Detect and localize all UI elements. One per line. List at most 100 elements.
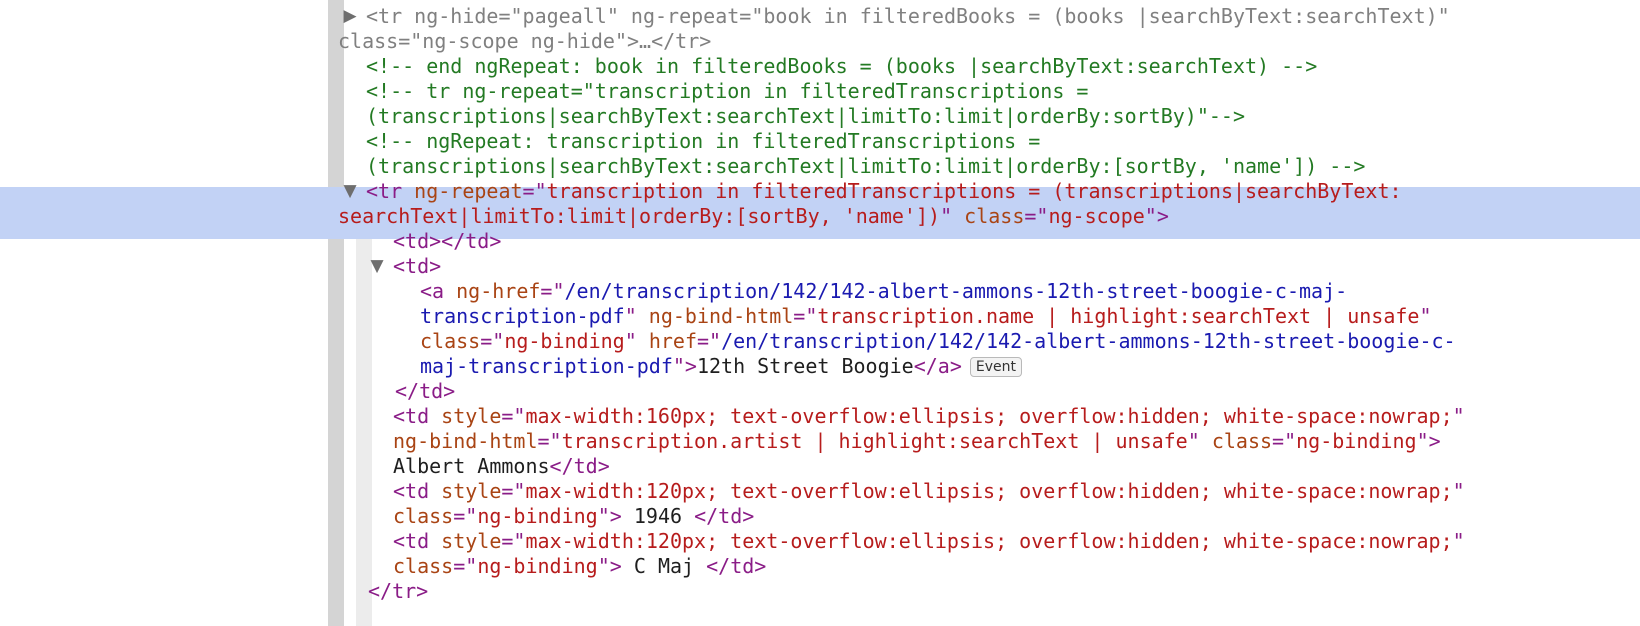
code-token: /en/transcription/142/142-albert-ammons-… [564, 279, 1348, 303]
code-token: =" [501, 404, 526, 428]
code-token: =" [1272, 429, 1297, 453]
event-listener-badge[interactable]: Event [969, 357, 1022, 377]
dom-node-line[interactable]: <!-- end ngRepeat: book in filteredBooks… [366, 53, 1317, 79]
code-token: " [1419, 304, 1432, 328]
elements-tree[interactable]: ▶ <tr ng-hide="pageall" ng-repeat="book i… [0, 0, 1640, 626]
code-token: class [964, 204, 1025, 228]
code-token: </td> [694, 504, 755, 528]
code-token: style [441, 479, 502, 503]
code-token: ng-bind-html [393, 429, 538, 453]
code-token: " [1452, 479, 1465, 503]
code-token: "> [597, 554, 622, 578]
code-token: style [441, 404, 502, 428]
code-token: ng-binding [1296, 429, 1417, 453]
code-token: </a> [913, 354, 962, 378]
code-token: href [648, 329, 697, 353]
code-token: "> [1416, 429, 1441, 453]
code-token: (transcriptions|searchByText:searchText|… [366, 104, 1245, 128]
dom-node-line[interactable]: <td style="max-width:160px; text-overflo… [393, 403, 1465, 429]
dom-node-line[interactable]: ng-bind-html="transcription.artist | hig… [393, 428, 1441, 454]
dom-node-line[interactable]: Albert Ammons</td> [393, 453, 610, 479]
dom-node-line[interactable]: ▼ <td> [370, 253, 442, 279]
code-token: "> [597, 504, 622, 528]
code-token: =" [453, 504, 478, 528]
dom-node-line[interactable]: class="ng-scope ng-hide">…</tr> [338, 28, 711, 54]
code-token: C Maj [621, 554, 707, 578]
dom-node-line[interactable]: <a ng-href="/en/transcription/142/142-al… [420, 278, 1347, 304]
code-token: 1946 [621, 504, 695, 528]
code-token: " [624, 329, 649, 353]
code-token: =" [697, 329, 722, 353]
code-token: ng-scope [1048, 204, 1145, 228]
code-token: <tr [366, 4, 415, 28]
code-token: "> [672, 354, 697, 378]
code-token: </td> [706, 554, 767, 578]
code-token: </td> [549, 454, 610, 478]
code-token: <!-- end ngRepeat: book in filteredBooks… [366, 54, 1318, 78]
code-token: transcription-pdf [420, 304, 625, 328]
code-token: transcription.name | highlight:searchTex… [817, 304, 1420, 328]
dom-node-line[interactable]: ▶ <tr ng-hide="pageall" ng-repeat="book i… [343, 3, 1450, 29]
code-token: <td [393, 404, 442, 428]
code-token: =" [453, 554, 478, 578]
code-token: <tr [366, 179, 415, 203]
code-token: " [1452, 404, 1465, 428]
code-token: </td> [395, 379, 456, 403]
dom-node-line[interactable]: <!-- ngRepeat: transcription in filtered… [366, 128, 1040, 154]
dom-node-line[interactable]: </tr> [368, 578, 428, 604]
code-token: (transcriptions|searchByText:searchText|… [366, 154, 1366, 178]
code-token: " [624, 304, 649, 328]
dom-node-line[interactable]: <td style="max-width:120px; text-overflo… [393, 528, 1465, 554]
code-token: =" [522, 179, 547, 203]
code-token: searchText|limitTo:limit|orderBy:[sortBy… [338, 204, 941, 228]
code-token: <a [420, 279, 457, 303]
dom-node-line[interactable]: class="ng-binding"> C Maj </td> [393, 553, 766, 579]
code-token: max-width:120px; text-overflow:ellipsis;… [525, 479, 1453, 503]
code-token: transcription in filteredTranscriptions … [546, 179, 1402, 203]
dom-node-line[interactable]: (transcriptions|searchByText:searchText|… [366, 103, 1245, 129]
collapse-triangle-icon[interactable]: ▼ [367, 253, 387, 279]
code-token: ng-binding [504, 329, 625, 353]
dom-node-line[interactable]: transcription-pdf" ng-bind-html="transcr… [420, 303, 1432, 329]
dom-node-line[interactable]: <!-- tr ng-repeat="transcription in filt… [366, 78, 1088, 104]
code-token: ng-hide="pageall" ng-repeat="book in fil… [414, 4, 1450, 28]
code-token: =" [501, 479, 526, 503]
code-token: /en/transcription/142/142-albert-ammons-… [721, 329, 1456, 353]
code-token: " [1452, 529, 1465, 553]
code-token: ng-binding [477, 554, 598, 578]
code-token: =" [793, 304, 818, 328]
dom-node-line[interactable]: (transcriptions|searchByText:searchText|… [366, 153, 1365, 179]
code-token: <td></td> [393, 229, 502, 253]
dom-node-line[interactable]: <td style="max-width:120px; text-overflo… [393, 478, 1465, 504]
code-token: <!-- ngRepeat: transcription in filtered… [366, 129, 1041, 153]
code-token: <td [393, 479, 442, 503]
code-token: ng-binding [477, 504, 598, 528]
code-token: ng-href [456, 279, 541, 303]
dom-node-line[interactable]: class="ng-binding" href="/en/transcripti… [420, 328, 1456, 354]
code-token: style [441, 529, 502, 553]
dom-node-line[interactable]: maj-transcription-pdf">12th Street Boogi… [420, 353, 1022, 379]
code-token: transcription.artist | highlight:searchT… [561, 429, 1188, 453]
dom-node-line[interactable]: <td></td> [393, 228, 501, 254]
code-token: =" [1024, 204, 1049, 228]
code-token: 12th Street Boogie [696, 354, 914, 378]
code-token: class [1211, 429, 1273, 453]
dom-node-line[interactable]: class="ng-binding"> 1946 </td> [393, 503, 754, 529]
collapse-triangle-icon[interactable]: ▼ [340, 178, 360, 204]
code-token: class="ng-scope ng-hide">…</tr> [338, 29, 712, 53]
code-token: ng-repeat [414, 179, 523, 203]
dom-node-line[interactable]: </td> [395, 378, 455, 404]
code-token: =" [501, 529, 526, 553]
code-token: " [1187, 429, 1212, 453]
code-token: <td> [393, 254, 442, 278]
expand-triangle-icon[interactable]: ▶ [340, 3, 360, 29]
code-token: " [940, 204, 965, 228]
dom-node-line[interactable]: ▼ <tr ng-repeat="transcription in filtere… [343, 178, 1402, 204]
code-token: "> [1144, 204, 1169, 228]
code-token: =" [537, 429, 562, 453]
dom-node-line[interactable]: searchText|limitTo:limit|orderBy:[sortBy… [338, 203, 1169, 229]
code-token: <!-- tr ng-repeat="transcription in filt… [366, 79, 1089, 103]
code-token: Albert Ammons [393, 454, 550, 478]
code-token: max-width:160px; text-overflow:ellipsis;… [525, 404, 1453, 428]
code-token: </tr> [368, 579, 429, 603]
